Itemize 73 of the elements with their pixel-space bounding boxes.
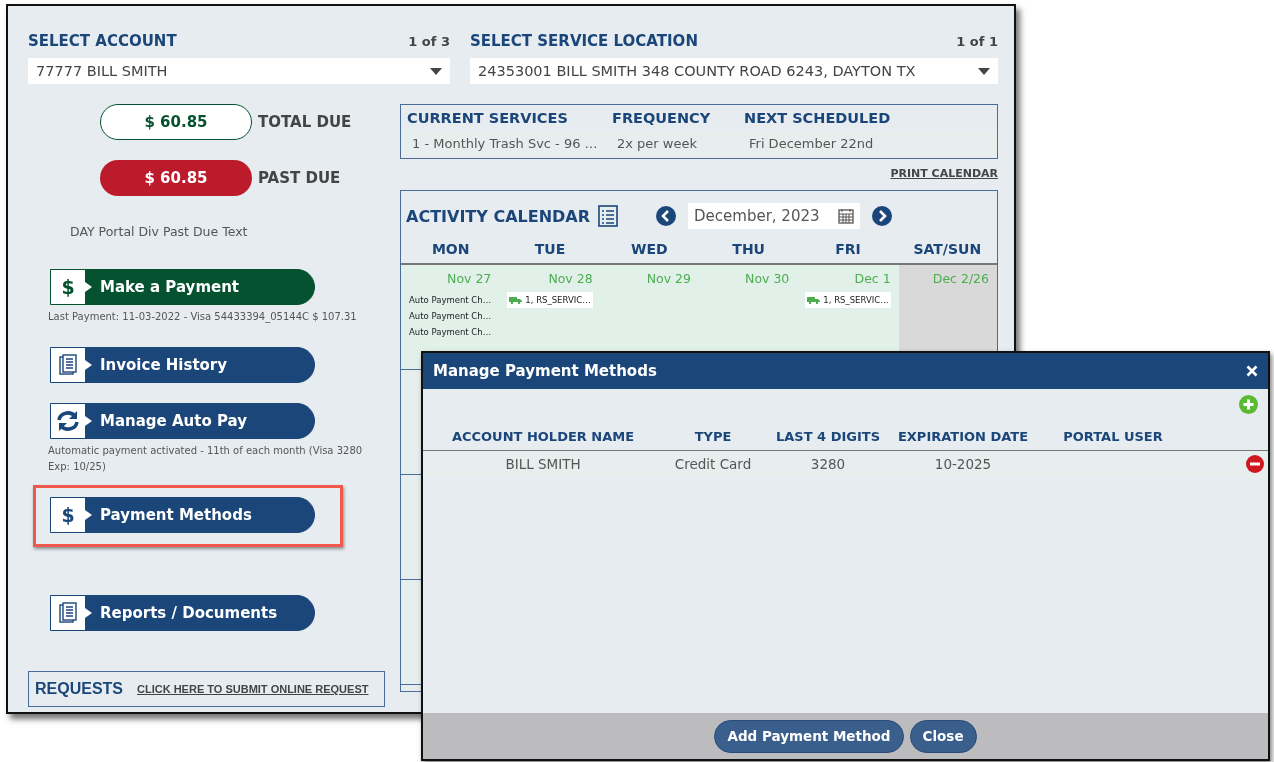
pointer-icon [85,416,92,426]
dialog-button[interactable]: Close [909,719,977,753]
truck-icon [509,296,523,304]
request-link[interactable]: CLICK HERE TO SUBMIT ONLINE REQUEST [137,683,369,695]
day-date: Dec 1 [854,271,891,286]
column-header: FREQUENCY [612,109,712,128]
table-cell: BILL SMITH [505,456,581,472]
count-label: 1 of 3 [408,33,450,49]
balance-label: TOTAL DUE [258,113,352,131]
weekday-header: WED [630,241,669,259]
day-date: Nov 27 [447,271,492,286]
pointer-icon [85,510,92,520]
location-dropdown[interactable]: 24353001 BILL SMITH 348 COUNTY ROAD 6243, DAYTON TX [470,58,998,84]
requests-title: REQUESTS [35,680,123,698]
column-header: NEXT SCHEDULED [744,109,892,128]
previous-icon[interactable] [656,206,677,226]
weekday-header: FRI [834,241,862,259]
table-cell-text: 1 - Monthly Trash Svc - 96 … [411,134,599,153]
weekday-header: MON [430,241,471,259]
action-button[interactable]: Reports / Documents [50,595,315,631]
table-cell: Credit Card [674,456,752,472]
list-icon[interactable] [598,205,619,227]
action-note: Last Payment: 11-03-2022 - Visa 54433394_05144C $ 107.31 [48,310,358,325]
dropdown-caret-icon[interactable] [978,67,990,75]
dollar-icon: $ [61,504,75,526]
amount-badge: $ 60.85 [100,160,252,196]
calendar-event[interactable]: Auto Payment Ch… [409,324,492,340]
day-date: Dec 2/26 [932,271,989,286]
month-field[interactable]: December, 2023 [688,203,861,229]
calendar-icon[interactable] [838,208,855,224]
action-note: Automatic payment activated - 11th of each month (Visa 3280 Exp: 10/25) [48,444,364,474]
pointer-icon [85,282,92,292]
amount-badge: $ 60.85 [100,104,252,140]
weekday-header: SAT/SUN [912,241,983,259]
truck-icon [807,296,821,304]
pointer-icon [85,360,92,370]
weekday-header: THU [731,241,766,259]
day-date: Nov 28 [548,271,593,286]
field-label: SELECT SERVICE LOCATION [470,32,698,50]
next-icon[interactable] [872,206,893,226]
column-header: CURRENT SERVICES [407,109,569,128]
weekday-header: TUE [533,241,567,259]
dollar-icon: $ [61,276,75,298]
table-cell: 10-2025 [934,456,992,472]
dropdown-caret-icon[interactable] [430,67,442,75]
table-cell: 3280 [810,456,846,472]
field-label: SELECT ACCOUNT [28,32,177,50]
action-button[interactable]: Manage Auto Pay [50,403,315,439]
calendar-event[interactable]: Auto Payment Ch… [409,308,492,324]
close-icon[interactable] [1246,365,1258,377]
calendar-event[interactable]: Auto Payment Ch… [409,292,492,308]
table-cell-text: 2x per week [616,134,698,153]
document-icon [59,354,77,376]
refresh-icon [56,410,80,432]
document-icon [59,602,77,624]
day-date: Nov 29 [646,271,691,286]
account-dropdown[interactable]: 77777 BILL SMITH [28,58,450,84]
action-button[interactable]: $ Make a Payment [50,269,315,305]
table-cell-text: Fri December 22nd [748,134,875,153]
calendar-title: ACTIVITY CALENDAR [406,206,591,226]
dialog-title: Manage Payment Methods [433,362,657,380]
count-label: 1 of 1 [956,33,998,49]
pointer-icon [85,608,92,618]
dialog-button[interactable]: Add Payment Method [714,719,904,753]
action-button[interactable]: $ Payment Methods [50,497,315,533]
calendar-event[interactable]: 1, RS_SERVIC… [507,292,593,308]
calendar-event[interactable]: 1, RS_SERVIC… [805,292,891,308]
print-calendar-link[interactable]: PRINT CALENDAR [890,167,998,180]
balance-label: PAST DUE [258,169,341,187]
past-due-text: DAY Portal Div Past Due Text [70,224,249,239]
day-date: Nov 30 [745,271,790,286]
remove-icon[interactable] [1246,455,1264,473]
action-button[interactable]: Invoice History [50,347,315,383]
